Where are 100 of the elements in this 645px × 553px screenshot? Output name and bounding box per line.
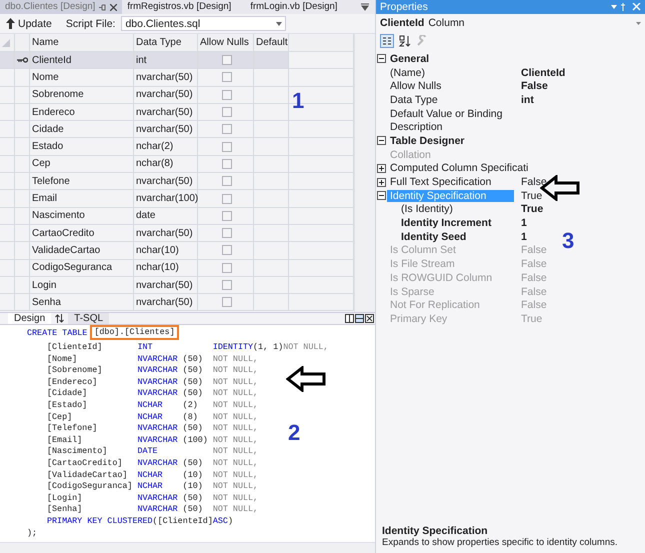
checkbox[interactable]: [222, 158, 232, 169]
table-row[interactable]: Cidade nvarchar(50): [0, 121, 289, 138]
table-row[interactable]: Endereco nvarchar(50): [0, 104, 289, 120]
dropdown-icon[interactable]: [361, 3, 369, 11]
table-row[interactable]: Telefone nvarchar(50): [0, 173, 289, 190]
table-cell[interactable]: nchar(10): [134, 260, 198, 276]
checkbox[interactable]: [222, 124, 232, 134]
sql-editor[interactable]: [0, 325, 375, 542]
property-label[interactable]: Default Value or Binding: [387, 108, 514, 120]
caret-icon: [636, 22, 641, 24]
expand-icon[interactable]: [377, 178, 386, 187]
expand-icon[interactable]: [377, 164, 386, 173]
table-cell[interactable]: nchar(2): [134, 138, 198, 155]
table-cell[interactable]: nchar(8): [134, 156, 198, 172]
code-args: (50): [182, 376, 204, 388]
table-cell[interactable]: int: [134, 52, 198, 68]
script-file-label: Script File:: [66, 18, 116, 30]
collapse-icon[interactable]: [377, 54, 386, 64]
editor-tab[interactable]: frmLogin.vb [Design]: [245, 0, 342, 14]
table-cell[interactable]: nvarchar(50): [134, 224, 198, 242]
checkbox[interactable]: [222, 176, 232, 186]
table-cell[interactable]: nvarchar(50): [134, 69, 198, 86]
table-cell[interactable]: Cidade: [30, 121, 134, 138]
property-label[interactable]: Full Text Specification: [387, 176, 514, 188]
view-tab[interactable]: Design: [8, 313, 52, 324]
table-row[interactable]: Nascimento date: [0, 208, 289, 224]
checkbox[interactable]: [222, 262, 232, 273]
table-cell[interactable]: nvarchar(50): [134, 104, 198, 120]
table-cell[interactable]: Telefone: [30, 173, 134, 190]
table-cell[interactable]: Estado: [30, 138, 134, 155]
code-constraint: NOT NULL,: [212, 434, 258, 446]
table-row[interactable]: Estado nchar(2): [0, 138, 289, 155]
table-cell[interactable]: ValidadeCartao: [30, 242, 134, 259]
property-label[interactable]: Description: [387, 121, 514, 134]
checkbox[interactable]: [222, 280, 232, 290]
table-cell[interactable]: nvarchar(50): [134, 294, 198, 310]
checkbox[interactable]: [222, 210, 232, 221]
checkbox[interactable]: [222, 107, 232, 118]
property-label[interactable]: Data Type: [387, 94, 514, 106]
table-cell[interactable]: Senha: [30, 294, 134, 310]
table-cell[interactable]: ClienteId: [30, 52, 134, 68]
table-cell[interactable]: nvarchar(50): [134, 173, 198, 190]
table-cell[interactable]: nvarchar(50): [134, 86, 198, 103]
table-row[interactable]: Senha nvarchar(50): [0, 294, 289, 310]
table-cell[interactable]: Nome: [30, 69, 134, 86]
code-type: NCHAR: [137, 470, 164, 482]
pane-layout-icon[interactable]: [345, 314, 375, 323]
checkbox[interactable]: [222, 297, 232, 308]
table-row[interactable]: ValidadeCartao nchar(10): [0, 242, 289, 259]
checkbox[interactable]: [222, 55, 232, 66]
alphabetical-sort-icon[interactable]: [398, 34, 412, 48]
table-cell[interactable]: nvarchar(50): [134, 121, 198, 138]
table-cell[interactable]: nvarchar(50): [134, 276, 198, 294]
property-label[interactable]: Allow Nulls: [387, 80, 514, 92]
close-icon[interactable]: [110, 4, 118, 10]
annotation-number: 3: [562, 228, 574, 254]
update-button[interactable]: Update: [4, 18, 54, 30]
table-row[interactable]: Email nvarchar(100): [0, 190, 289, 207]
code-keyword: IDENTITY: [212, 342, 254, 354]
window-controls-icon[interactable]: [611, 3, 641, 11]
table-cell[interactable]: Endereco: [30, 104, 134, 120]
table-row[interactable]: Cep nchar(8): [0, 156, 289, 172]
table-cell[interactable]: Login: [30, 276, 134, 294]
table-row[interactable]: Sobrenome nvarchar(50): [0, 86, 289, 103]
checkbox[interactable]: [222, 228, 232, 238]
property-label[interactable]: (Is Identity): [387, 203, 514, 216]
checkbox[interactable]: [222, 72, 232, 82]
table-cell[interactable]: CartaoCredito: [30, 224, 134, 242]
table-row[interactable]: Nome nvarchar(50): [0, 69, 289, 86]
table-cell[interactable]: Cep: [30, 156, 134, 172]
table-cell[interactable]: date: [134, 208, 198, 224]
table-cell[interactable]: CodigoSeguranca: [30, 260, 134, 276]
script-file-dropdown[interactable]: dbo.Clientes.sql: [121, 16, 286, 31]
collapse-icon[interactable]: [377, 191, 386, 200]
pin-icon[interactable]: [99, 4, 106, 10]
table-row[interactable]: ClienteId int: [0, 52, 289, 68]
categorized-icon[interactable]: [380, 34, 394, 48]
checkbox[interactable]: [222, 142, 232, 152]
property-label[interactable]: Identity Increment: [387, 217, 514, 230]
property-label[interactable]: Computed Column Specificati: [387, 162, 528, 174]
wrench-icon[interactable]: [416, 35, 428, 47]
checkbox[interactable]: [222, 245, 232, 256]
view-tab[interactable]: T-SQL: [68, 313, 110, 324]
code-args: (50): [182, 354, 204, 366]
collapse-icon[interactable]: [377, 136, 386, 146]
checkbox[interactable]: [222, 90, 232, 100]
swap-icon[interactable]: [55, 314, 64, 323]
table-row[interactable]: CartaoCredito nvarchar(50): [0, 224, 289, 242]
property-label[interactable]: Identity Seed: [387, 230, 514, 243]
object-selector[interactable]: ClienteId Column: [376, 14, 645, 32]
property-label[interactable]: (Name): [387, 66, 514, 79]
table-row[interactable]: Login nvarchar(50): [0, 276, 289, 294]
table-cell[interactable]: nvarchar(100): [134, 190, 198, 207]
editor-tab[interactable]: frmRegistros.vb [Design]: [122, 0, 246, 14]
table-cell[interactable]: Email: [30, 190, 134, 207]
table-cell[interactable]: Nascimento: [30, 208, 134, 224]
table-cell[interactable]: nchar(10): [134, 242, 198, 259]
checkbox[interactable]: [222, 194, 232, 204]
table-cell[interactable]: Sobrenome: [30, 86, 134, 103]
table-row[interactable]: CodigoSeguranca nchar(10): [0, 260, 289, 276]
